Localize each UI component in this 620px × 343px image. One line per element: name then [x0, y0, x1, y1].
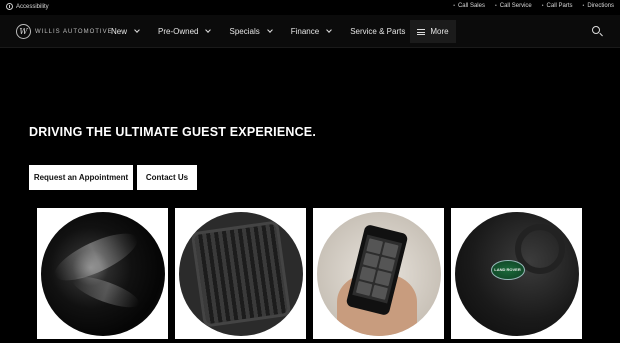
accessibility-link[interactable]: Accessibility [6, 3, 49, 10]
request-appointment-button[interactable]: Request an Appointment [29, 165, 133, 190]
site-logo[interactable]: W WILLIS AUTOMOTIVE [16, 24, 113, 39]
chevron-down-icon [205, 27, 212, 33]
smartphone-app-image [316, 211, 441, 336]
phone-icon: • [541, 3, 544, 9]
call-service-link[interactable]: • Call Service [495, 3, 532, 9]
hero-headline: DRIVING THE ULTIMATE GUEST EXPERIENCE. [29, 125, 317, 139]
phone-icon: • [453, 3, 455, 9]
call-sales-label: Call Sales [457, 3, 485, 9]
paint-protection-image [40, 211, 165, 336]
directions-link[interactable]: • Directions [583, 3, 614, 9]
nav-item-pre-owned[interactable]: Pre-Owned [158, 27, 212, 36]
accessibility-icon [6, 3, 13, 10]
phone-icon: • [494, 3, 497, 9]
nav-item-label: Pre-Owned [158, 27, 199, 36]
contact-us-button[interactable]: Contact Us [137, 165, 197, 190]
call-parts-label: Call Parts [546, 3, 573, 9]
nav-item-label: New [111, 27, 128, 36]
utility-links: • Call Sales • Call Service • Call Parts • D… [453, 3, 614, 9]
floor-mat-image [178, 211, 303, 336]
nav-item-label: Specials [229, 27, 260, 36]
search-icon[interactable] [592, 26, 604, 38]
more-menu-button[interactable]: More [410, 20, 456, 43]
feature-card-app[interactable] [313, 208, 444, 339]
land-rover-badge: LAND ROVER [490, 259, 525, 280]
land-rover-badge-image: LAND ROVER [454, 211, 579, 336]
chevron-down-icon [266, 27, 273, 33]
directions-label: Directions [587, 3, 614, 9]
more-label: More [430, 27, 449, 36]
nav-menu: New Pre-Owned Specials Finance Service &… [100, 15, 419, 48]
nav-item-finance[interactable]: Finance [290, 27, 333, 36]
hamburger-icon [417, 28, 426, 35]
logo-mark: W [16, 24, 31, 39]
nav-item-specials[interactable]: Specials [229, 27, 273, 36]
feature-card-paint[interactable] [37, 208, 168, 339]
nav-item-label: Service & Parts [350, 27, 406, 36]
chevron-down-icon [134, 27, 140, 33]
nav-item-label: Finance [290, 27, 320, 36]
call-sales-link[interactable]: • Call Sales [453, 3, 485, 9]
feature-card-floor-mat[interactable] [175, 208, 306, 339]
call-parts-link[interactable]: • Call Parts [542, 3, 573, 9]
feature-card-land-rover[interactable]: LAND ROVER [451, 208, 582, 339]
nav-item-new[interactable]: New [111, 27, 140, 36]
map-pin-icon: • [582, 3, 585, 9]
nav-item-service-parts[interactable]: Service & Parts [350, 27, 419, 36]
chevron-down-icon [326, 27, 333, 33]
accessibility-label: Accessibility [16, 3, 49, 10]
utility-bar: Accessibility • Call Sales • Call Service … [0, 0, 620, 15]
main-nav: W WILLIS AUTOMOTIVE New Pre-Owned Specia… [0, 15, 620, 48]
call-service-label: Call Service [499, 3, 532, 9]
